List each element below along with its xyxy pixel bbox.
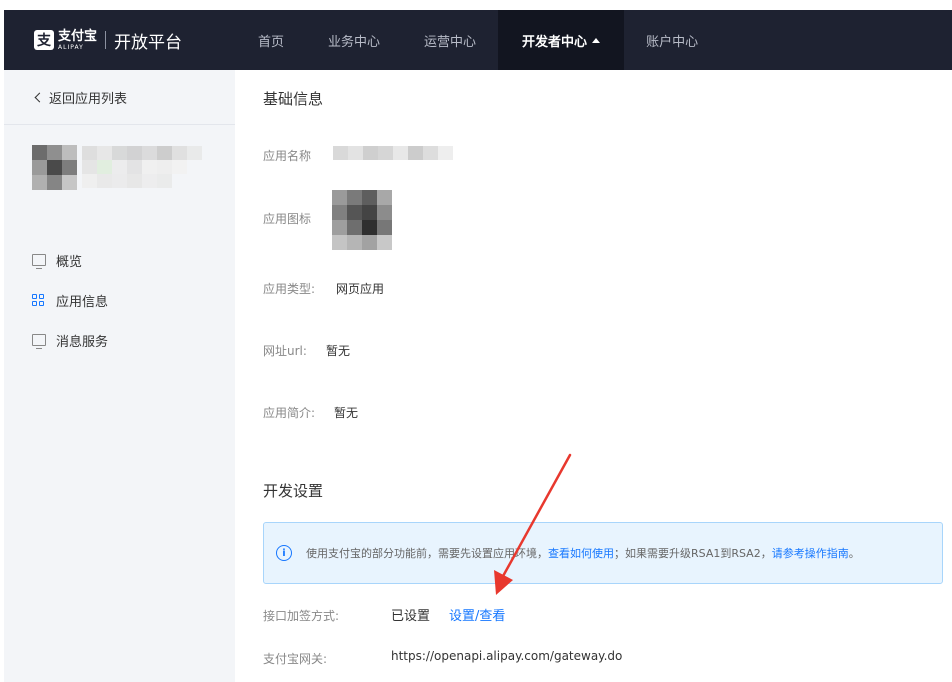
app-icon-blurred	[332, 190, 392, 250]
platform-title: 开放平台	[114, 32, 183, 53]
info-icon: i	[276, 545, 292, 561]
sidebar-divider	[4, 124, 235, 125]
app-name-blurred	[82, 146, 202, 188]
dev-settings-title: 开发设置	[263, 482, 324, 500]
nav-operations-center[interactable]: 运营中心	[402, 10, 498, 70]
nav-business-center[interactable]: 业务中心	[306, 10, 402, 70]
sidebar-item-app-info[interactable]: 应用信息	[32, 280, 108, 320]
sign-settings-link[interactable]: 设置/查看	[449, 605, 505, 624]
env-setup-alert: i 使用支付宝的部分功能前，需要先设置应用环境， 查看如何使用 ；如果需要升级R…	[263, 522, 943, 584]
brand-name: 支付宝	[58, 28, 98, 44]
alipay-logo-icon: 支	[34, 30, 54, 50]
sidebar-item-overview[interactable]: 概览	[32, 240, 108, 280]
url-label: 网址url:	[263, 344, 307, 358]
gateway-label: 支付宝网关:	[263, 652, 328, 666]
sidebar-item-message-service[interactable]: 消息服务	[32, 320, 108, 360]
brand-name-en: ALIPAY	[58, 43, 84, 51]
grid-icon	[32, 294, 46, 306]
app-name-value-blurred	[333, 146, 453, 160]
nav-developer-center[interactable]: 开发者中心	[498, 10, 625, 70]
app-type-label: 应用类型:	[263, 282, 316, 296]
caret-up-icon	[592, 37, 601, 43]
how-to-use-link[interactable]: 查看如何使用	[548, 545, 614, 561]
sign-status-value: 已设置	[391, 609, 431, 624]
message-icon	[32, 334, 46, 349]
monitor-icon	[32, 254, 46, 269]
logo-divider	[105, 31, 107, 49]
app-icon-label: 应用图标	[263, 212, 312, 226]
nav-account-center[interactable]: 账户中心	[624, 10, 720, 70]
alipay-logo[interactable]: 支 支付宝 ALIPAY 开放平台	[34, 10, 182, 70]
sidebar: 返回应用列表 概览 应用信息 消息服务	[4, 70, 235, 682]
sidebar-menu: 概览 应用信息 消息服务	[32, 240, 108, 360]
gateway-value: https://openapi.alipay.com/gateway.do	[391, 649, 623, 663]
main-content: 基础信息 应用名称 应用图标 应用类型: 网页应用 网址url: 暂无 应用简介…	[235, 70, 952, 682]
app-avatar-blurred	[32, 145, 77, 190]
app-intro-label: 应用简介:	[263, 406, 316, 420]
chevron-left-icon	[34, 92, 45, 103]
back-to-app-list-link[interactable]: 返回应用列表	[34, 88, 127, 107]
sign-method-label: 接口加签方式:	[263, 609, 340, 623]
app-intro-value: 暂无	[334, 406, 359, 420]
main-nav: 首页 业务中心 运营中心 开发者中心 账户中心	[236, 10, 720, 70]
top-navbar: 支 支付宝 ALIPAY 开放平台 首页 业务中心 运营中心 开发者中心 账户中…	[4, 10, 952, 70]
basic-info-title: 基础信息	[263, 90, 324, 108]
url-value: 暂无	[326, 344, 351, 358]
app-type-value: 网页应用	[336, 282, 385, 296]
nav-home[interactable]: 首页	[236, 10, 306, 70]
operation-guide-link[interactable]: 请参考操作指南	[772, 545, 849, 561]
app-name-label: 应用名称	[263, 149, 312, 163]
